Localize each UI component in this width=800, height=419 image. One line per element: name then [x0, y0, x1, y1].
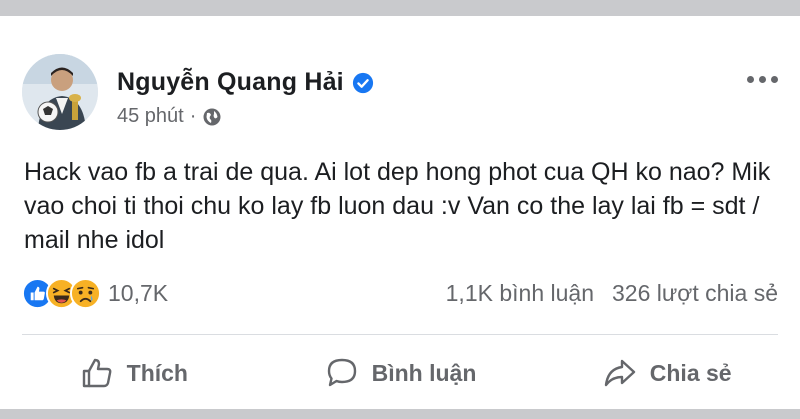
more-dot — [771, 76, 778, 83]
author-name[interactable]: Nguyễn Quang Hải — [117, 68, 344, 97]
speech-bubble-icon — [327, 358, 356, 387]
like-button[interactable]: Thích — [0, 346, 267, 400]
reaction-icons — [22, 278, 101, 309]
shares-count[interactable]: 326 lượt chia sẻ — [612, 280, 778, 307]
more-dot — [747, 76, 754, 83]
avatar-image — [22, 54, 98, 130]
reactions-summary[interactable]: 10,7K — [22, 278, 168, 309]
more-horizontal-icon[interactable] — [747, 76, 778, 83]
comment-button[interactable]: Bình luận — [267, 346, 534, 400]
post-actions: Thích Bình luận Chia sẻ — [0, 346, 800, 400]
author-row: Nguyễn Quang Hải — [117, 68, 374, 97]
more-dot — [759, 76, 766, 83]
post-text: Hack vao fb a trai de qua. Ai lot dep ho… — [24, 158, 771, 254]
share-arrow-icon — [604, 359, 635, 387]
reactions-count: 10,7K — [108, 280, 169, 306]
post-meta: 45 phút · — [117, 105, 222, 128]
post-time[interactable]: 45 phút — [117, 105, 184, 128]
share-label: Chia sẻ — [649, 359, 732, 386]
thumbs-up-icon — [82, 358, 112, 388]
share-button[interactable]: Chia sẻ — [533, 346, 800, 400]
actions-divider — [22, 334, 778, 335]
like-label: Thích — [126, 359, 188, 386]
comment-label: Bình luận — [371, 359, 477, 386]
comments-count[interactable]: 1,1K bình luận — [446, 280, 594, 307]
globe-icon[interactable] — [202, 107, 222, 127]
engagement-stats: 1,1K bình luận 326 lượt chia sẻ — [446, 280, 778, 307]
author-avatar[interactable] — [22, 54, 98, 130]
verified-badge-icon — [352, 72, 373, 93]
meta-separator: · — [189, 105, 197, 127]
post-card: Nguyễn Quang Hải 45 phút · Hack vao fb a… — [0, 16, 800, 409]
sad-reaction-icon — [70, 278, 101, 309]
